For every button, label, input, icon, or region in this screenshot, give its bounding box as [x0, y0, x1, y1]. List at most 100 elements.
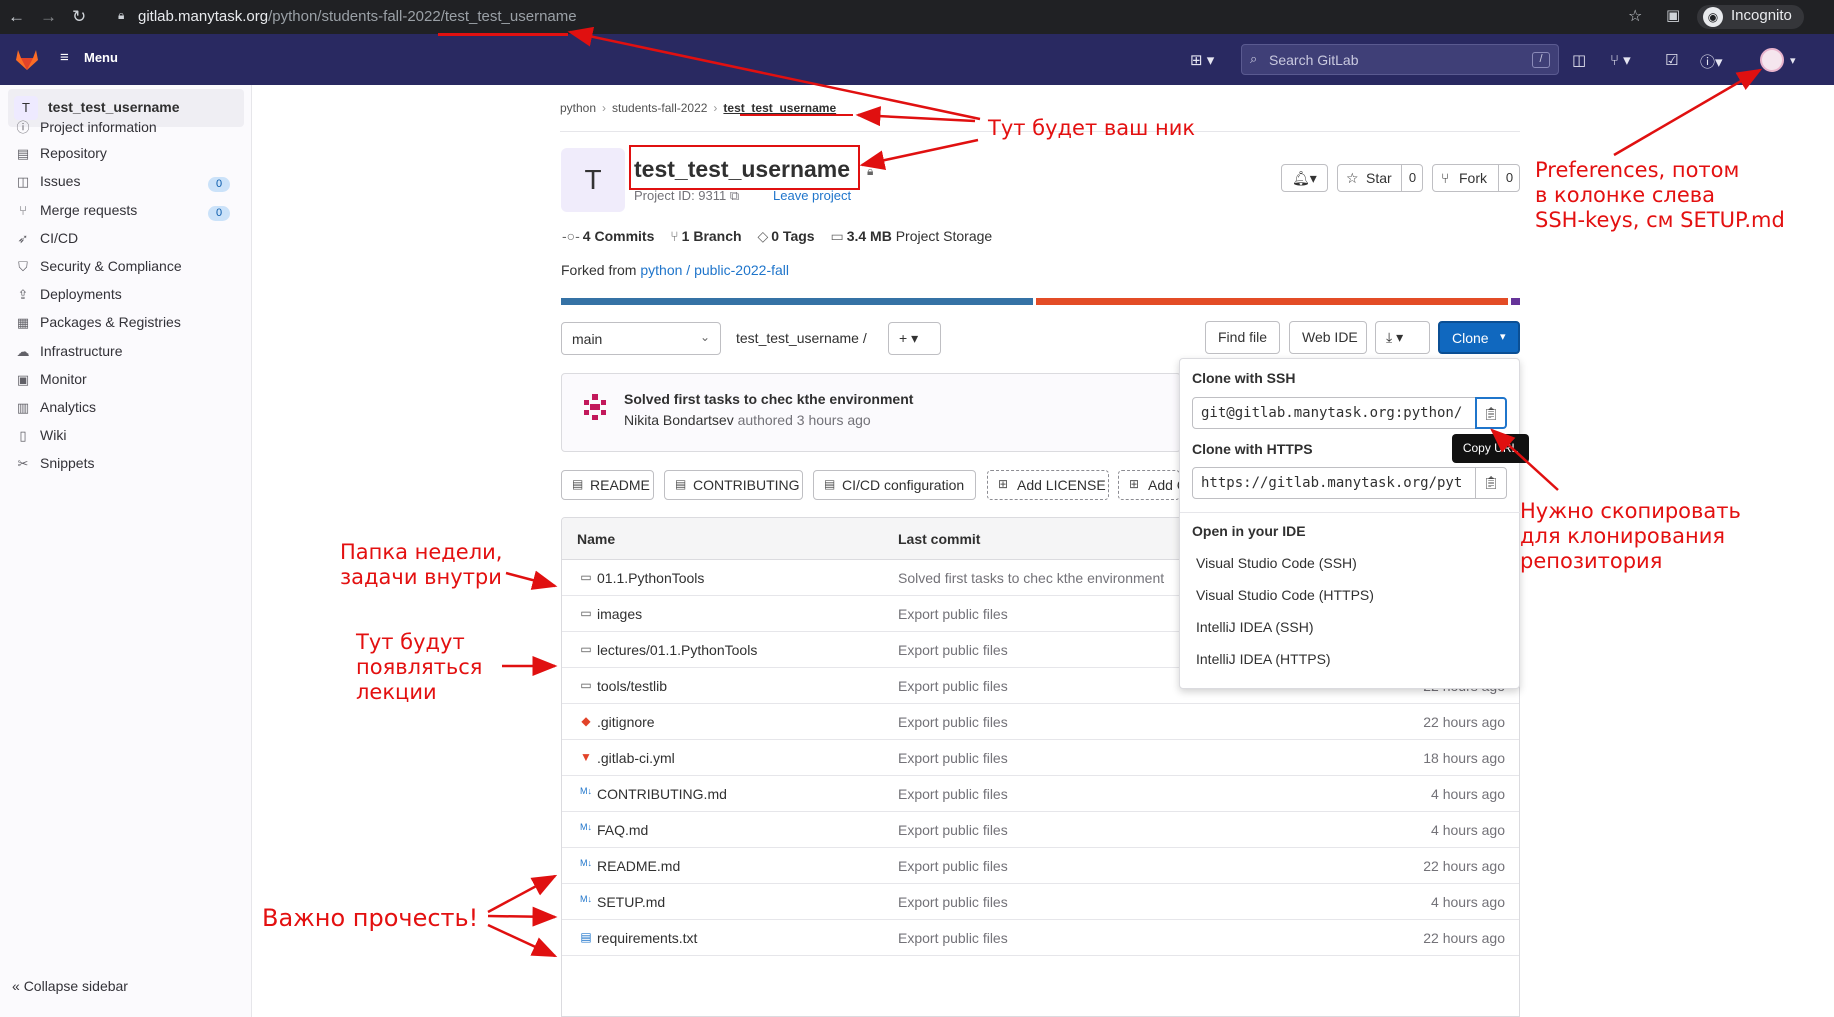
path-root-link[interactable]: test_test_username: [736, 330, 859, 346]
ide-intellij-https[interactable]: IntelliJ IDEA (HTTPS): [1196, 651, 1331, 667]
last-commit-link[interactable]: Export public files: [898, 750, 1008, 766]
forward-icon[interactable]: →: [40, 7, 57, 27]
ide-vscode-https[interactable]: Visual Studio Code (HTTPS): [1196, 587, 1374, 603]
search-input[interactable]: ⌕ Search GitLab /: [1241, 44, 1559, 75]
sidebar-item[interactable]: ⛉ Security & Compliance: [14, 258, 182, 282]
table-row[interactable]: ▼ .gitlab-ci.yml Export public files 18 hou…: [562, 740, 1519, 776]
ide-vscode-ssh[interactable]: Visual Studio Code (SSH): [1196, 555, 1357, 571]
last-commit-link[interactable]: Export public files: [898, 894, 1008, 910]
last-commit-link[interactable]: Export public files: [898, 606, 1008, 622]
table-row[interactable]: ◆ .gitignore Export public files 22 hours a…: [562, 704, 1519, 740]
sidebar-item[interactable]: ▣ Monitor: [14, 371, 87, 395]
sidebar-item[interactable]: ✂ Snippets: [14, 455, 95, 479]
last-commit-link[interactable]: Export public files: [898, 714, 1008, 730]
breadcrumb-current[interactable]: test_test_username: [723, 101, 836, 115]
last-commit-link[interactable]: Export public files: [898, 858, 1008, 874]
language-segment[interactable]: [1511, 298, 1520, 305]
copy-ssh-url-button[interactable]: 📋︎: [1475, 397, 1507, 429]
sidebar-item[interactable]: ⓘ Project information: [14, 117, 156, 141]
sidebar-item[interactable]: ➶ CI/CD: [14, 230, 79, 254]
table-row[interactable]: M↓ README.md Export public files 22 hours a…: [562, 848, 1519, 884]
file-name-link[interactable]: .gitignore: [597, 714, 655, 730]
table-row[interactable]: M↓ FAQ.md Export public files 4 hours ago: [562, 812, 1519, 848]
cicd-configuration-button[interactable]: ▤ CI/CD configuration: [813, 470, 976, 500]
file-name-link[interactable]: .gitlab-ci.yml: [597, 750, 675, 766]
breadcrumb-item[interactable]: students-fall-2022: [612, 101, 707, 115]
commits-link[interactable]: 4 Commits: [583, 228, 655, 244]
ide-intellij-ssh[interactable]: IntelliJ IDEA (SSH): [1196, 619, 1313, 635]
add-to-tree-button[interactable]: + ▾: [888, 322, 941, 355]
file-name-link[interactable]: FAQ.md: [597, 822, 648, 838]
language-segment[interactable]: [561, 298, 1033, 305]
sidebar-item[interactable]: ▯ Wiki: [14, 427, 66, 451]
menu-button[interactable]: Menu: [84, 50, 118, 65]
star-button[interactable]: ☆ Star 0: [1337, 164, 1423, 192]
commit-title[interactable]: Solved first tasks to chec kthe environm…: [624, 391, 913, 407]
sidebar-item[interactable]: ▦ Packages & Registries: [14, 314, 181, 338]
file-name-link[interactable]: SETUP.md: [597, 894, 665, 910]
user-avatar[interactable]: [1760, 48, 1784, 72]
https-url-input[interactable]: https://gitlab.manytask.org/pyt: [1192, 467, 1476, 499]
side-panel-icon[interactable]: ▣: [1666, 6, 1680, 24]
last-commit-link[interactable]: Export public files: [898, 678, 1008, 694]
web-ide-button[interactable]: Web IDE: [1289, 321, 1367, 354]
last-commit-link[interactable]: Solved first tasks to chec kthe environm…: [898, 570, 1164, 586]
add-license-button[interactable]: ⊞ Add LICENSE: [987, 470, 1109, 500]
table-row[interactable]: M↓ CONTRIBUTING.md Export public files 4 ho…: [562, 776, 1519, 812]
tags-link[interactable]: 0 Tags: [771, 228, 814, 244]
find-file-button[interactable]: Find file: [1205, 321, 1280, 354]
contributing-button[interactable]: ▤ CONTRIBUTING: [664, 470, 803, 500]
hamburger-icon[interactable]: ≡: [60, 49, 69, 66]
sidebar-item[interactable]: ⇪ Deployments: [14, 286, 122, 310]
breadcrumb-item[interactable]: python: [560, 101, 596, 115]
file-name-link[interactable]: README.md: [597, 858, 680, 874]
sidebar-item[interactable]: ▤ Repository: [14, 145, 107, 169]
reload-icon[interactable]: ↻: [72, 7, 86, 27]
last-commit-link[interactable]: Export public files: [898, 930, 1008, 946]
sidebar-item[interactable]: ▥ Analytics: [14, 399, 96, 423]
sidebar-item[interactable]: ☁ Infrastructure: [14, 343, 123, 367]
download-button[interactable]: ⤓ ▾: [1375, 321, 1430, 354]
last-update-time: 4 hours ago: [1431, 822, 1505, 838]
file-name-link[interactable]: 01.1.PythonTools: [597, 570, 704, 586]
language-segment[interactable]: [1036, 298, 1508, 305]
clone-button[interactable]: Clone ▾: [1438, 321, 1520, 354]
last-commit-link[interactable]: Export public files: [898, 822, 1008, 838]
new-item-icon[interactable]: ⊞ ▾: [1190, 51, 1214, 69]
gitlab-logo-icon[interactable]: [14, 47, 40, 71]
address-bar[interactable]: 🔒︎ gitlab.manytask.org/python/students-f…: [106, 4, 1672, 30]
commit-author[interactable]: Nikita Bondartsev: [624, 412, 734, 428]
sidebar-item[interactable]: ⑂ Merge requests: [14, 202, 137, 226]
forked-from-link[interactable]: python / public-2022-fall: [640, 262, 789, 278]
bookmark-star-icon[interactable]: ☆: [1628, 6, 1642, 26]
collapse-sidebar-button[interactable]: « Collapse sidebar: [12, 978, 128, 994]
back-icon[interactable]: ←: [8, 7, 25, 27]
table-row[interactable]: M↓ SETUP.md Export public files 4 hours ago: [562, 884, 1519, 920]
file-name-link[interactable]: requirements.txt: [597, 930, 697, 946]
notification-button[interactable]: 🔔︎▾: [1281, 164, 1328, 192]
file-name-link[interactable]: CONTRIBUTING.md: [597, 786, 727, 802]
author-avatar[interactable]: [580, 392, 610, 422]
last-commit-link[interactable]: Export public files: [898, 786, 1008, 802]
last-commit-link[interactable]: Export public files: [898, 642, 1008, 658]
branches-link[interactable]: 1 Branch: [682, 228, 742, 244]
file-name-link[interactable]: images: [597, 606, 642, 622]
table-row[interactable]: ▤ requirements.txt Export public files 22 h…: [562, 920, 1519, 956]
help-icon[interactable]: ⓘ▾: [1700, 51, 1723, 72]
sidebar-item[interactable]: ◫ Issues: [14, 173, 81, 197]
todo-icon[interactable]: ☑: [1665, 51, 1678, 69]
file-name-link[interactable]: lectures/01.1.PythonTools: [597, 642, 757, 658]
branch-dropdown[interactable]: main ⌄: [561, 322, 721, 355]
add-changelog-button[interactable]: ⊞Add C: [1118, 470, 1180, 500]
chevron-down-icon[interactable]: ▾: [1790, 54, 1796, 67]
file-name-link[interactable]: tools/testlib: [597, 678, 667, 694]
copy-icon[interactable]: ⧉: [730, 188, 739, 203]
ssh-url-input[interactable]: git@gitlab.manytask.org:python/: [1192, 397, 1476, 429]
merge-requests-icon[interactable]: ⑂ ▾: [1610, 51, 1631, 69]
copy-https-url-button[interactable]: 📋︎: [1475, 467, 1507, 499]
issues-shortcut-icon[interactable]: ◫: [1572, 51, 1586, 69]
fork-button[interactable]: ⑂ Fork 0: [1432, 164, 1520, 192]
readme-button[interactable]: ▤ README: [561, 470, 654, 500]
leave-project-link[interactable]: Leave project: [773, 188, 851, 203]
incognito-badge[interactable]: ◉ Incognito: [1697, 5, 1804, 29]
